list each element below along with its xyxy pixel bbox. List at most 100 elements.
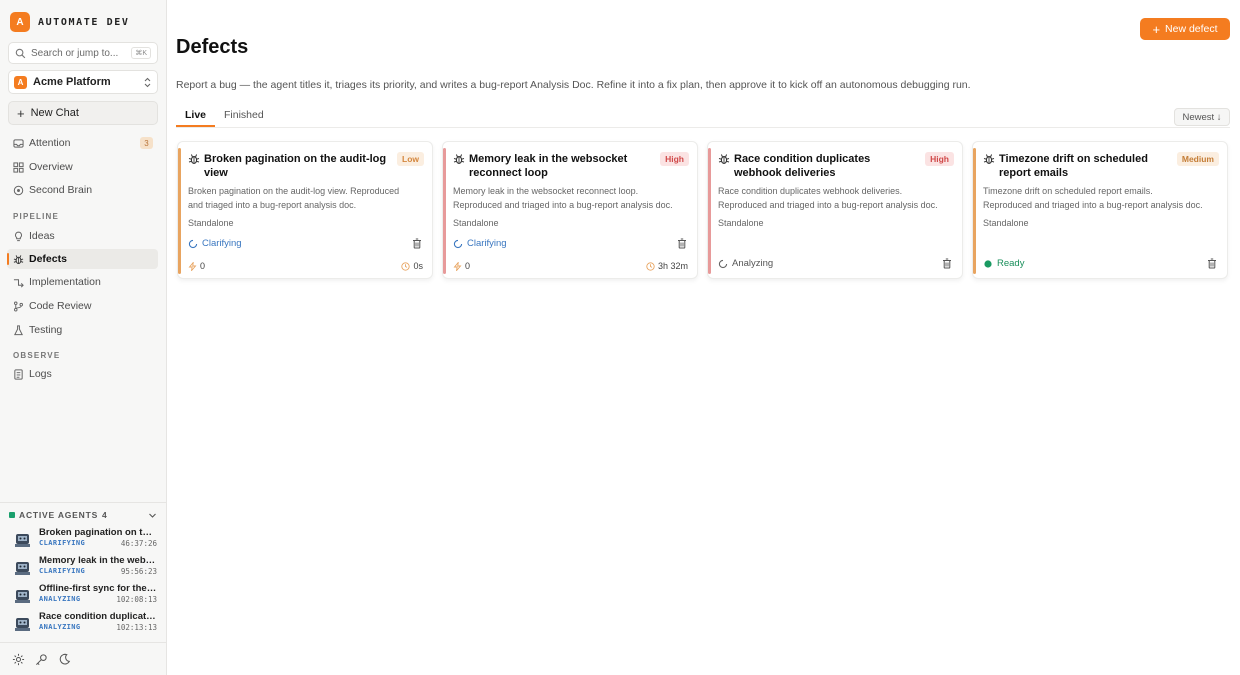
description-line: Reproduced and triaged into a bug-report… [718,200,938,210]
defect-group: Standalone [188,218,234,228]
sidebar-item-label: Implementation [29,276,101,288]
active-agents-title: ACTIVE AGENTS [19,510,99,520]
active-agent-item[interactable]: Broken pagination on the audit-log view … [13,527,158,553]
active-agent-item[interactable]: Race condition duplicates webhook delive… [13,611,158,637]
moon-icon[interactable] [58,653,71,666]
new-chat-label: New Chat [30,107,79,119]
trash-icon[interactable] [942,258,952,269]
bolt-icon [188,261,197,271]
trash-icon[interactable] [1207,258,1217,269]
lightbulb-icon [15,231,22,241]
new-defect-button[interactable]: + New defect [1140,18,1230,40]
status-label: Ready [997,258,1025,269]
defect-status: Clarifying [188,238,242,249]
sidebar-item-attention[interactable]: Attention 3 [7,133,158,153]
priority-accent-bar [973,148,976,274]
description-line: Reproduced and triaged into a bug-report… [983,200,1203,210]
agent-avatar-icon [15,618,30,631]
brand-logo: A [10,12,30,32]
clock-icon [401,261,411,271]
brand[interactable]: A AUTOMATE DEV [10,12,129,32]
page-title: Defects [176,36,249,58]
grid-icon [13,161,24,173]
sidebar-item-overview[interactable]: Overview [7,157,158,177]
project-switcher[interactable]: A Acme Platform [8,70,158,94]
defect-description: Memory leak in the websocket reconnect l… [453,184,689,212]
sidebar-item-defects[interactable]: Defects [7,249,158,269]
trash-icon[interactable] [412,238,422,249]
search-placeholder: Search or jump to... [31,47,119,59]
description-line: Timezone drift on scheduled report email… [983,186,1153,196]
defect-card[interactable]: Broken pagination on the audit-log view … [177,141,433,279]
sidebar-footer [0,642,166,675]
sidebar-item-label: Overview [29,161,73,173]
plus-icon: + [17,105,25,121]
active-agent-item[interactable]: Offline-first sync for the mobile app AN… [13,583,158,609]
search-shortcut: ⌘K [131,47,151,59]
priority-badge: High [925,152,954,166]
plus-icon: + [1152,21,1161,37]
defect-card[interactable]: Memory leak in the websocket reconnect l… [442,141,698,279]
priority-accent-bar [178,148,181,274]
status-label: Clarifying [202,238,242,249]
defect-card[interactable]: Race condition duplicates webhook delive… [707,141,963,279]
chevron-down-icon[interactable] [148,511,157,520]
sidebar-item-second-brain[interactable]: Second Brain [7,180,158,200]
defect-card[interactable]: Timezone drift on scheduled report email… [972,141,1228,279]
agent-title: Broken pagination on the audit-log view [39,527,157,538]
elapsed-value: 3h 32m [657,261,688,271]
agent-avatar-icon [15,590,30,603]
sidebar-item-implementation[interactable]: Implementation [7,272,158,292]
bug-icon [188,154,200,164]
sidebar-item-code-review[interactable]: Code Review [7,296,158,316]
run-count-value: 0 [200,261,206,271]
trash-icon[interactable] [677,238,687,249]
tab-finished[interactable]: Finished [215,107,273,127]
search-input[interactable]: Search or jump to... ⌘K [8,42,158,64]
sidebar-item-label: Code Review [29,300,92,312]
sort-dropdown[interactable]: Newest ↓ [1174,108,1230,126]
sidebar-item-logs[interactable]: Logs [7,364,158,384]
gear-icon[interactable] [12,653,25,666]
defect-group: Standalone [453,218,499,228]
defect-description: Timezone drift on scheduled report email… [983,184,1219,212]
elapsed-value: 0s [413,261,423,271]
defect-description: Broken pagination on the audit-log view.… [188,184,424,212]
priority-badge: Medium [1176,152,1219,166]
active-agent-item[interactable]: Memory leak in the websocket reconnect l… [13,555,158,581]
key-icon[interactable] [35,653,48,666]
agent-status: ANALYZING [39,623,81,631]
active-agents-header[interactable]: ACTIVE AGENTS 4 [9,510,157,520]
priority-accent-bar [443,148,446,274]
sidebar-item-label: Testing [29,324,63,336]
defect-title: Race condition duplicates webhook delive… [734,153,871,179]
brand-name: AUTOMATE DEV [38,16,130,28]
defect-group: Standalone [983,218,1029,228]
elapsed-time: 3h 32m [646,261,688,271]
bug-icon [453,154,465,164]
defect-description: Race condition duplicates webhook delive… [718,184,954,212]
priority-badge: Low [397,152,424,166]
agent-avatar-icon [15,534,30,547]
new-chat-button[interactable]: + New Chat [8,101,158,125]
section-label-pipeline: PIPELINE [13,212,60,221]
page-subtitle: Report a bug — the agent titles it, tria… [176,79,971,91]
sidebar-item-label: Logs [29,368,52,380]
chevron-up-down-icon [144,77,151,87]
sidebar-item-ideas[interactable]: Ideas [7,226,158,246]
tab-live[interactable]: Live [176,107,216,127]
agent-title: Memory leak in the websocket reconnect l… [39,555,157,566]
defect-title: Memory leak in the websocket reconnect l… [469,153,628,179]
search-icon [15,48,26,58]
description-line: and triaged into a bug-report analysis d… [188,200,357,210]
sidebar-item-testing[interactable]: Testing [7,320,158,340]
defect-title: Broken pagination on the audit-log view [204,153,387,179]
attention-count-badge: 3 [140,137,153,149]
status-label: Clarifying [467,238,507,249]
agent-status: CLARIFYING [39,539,86,547]
tab-bar: Live Finished [176,107,273,127]
defect-status: Clarifying [453,238,507,249]
elapsed-time: 0s [401,261,423,271]
flow-icon [13,278,24,287]
sidebar-item-label: Defects [29,253,67,265]
